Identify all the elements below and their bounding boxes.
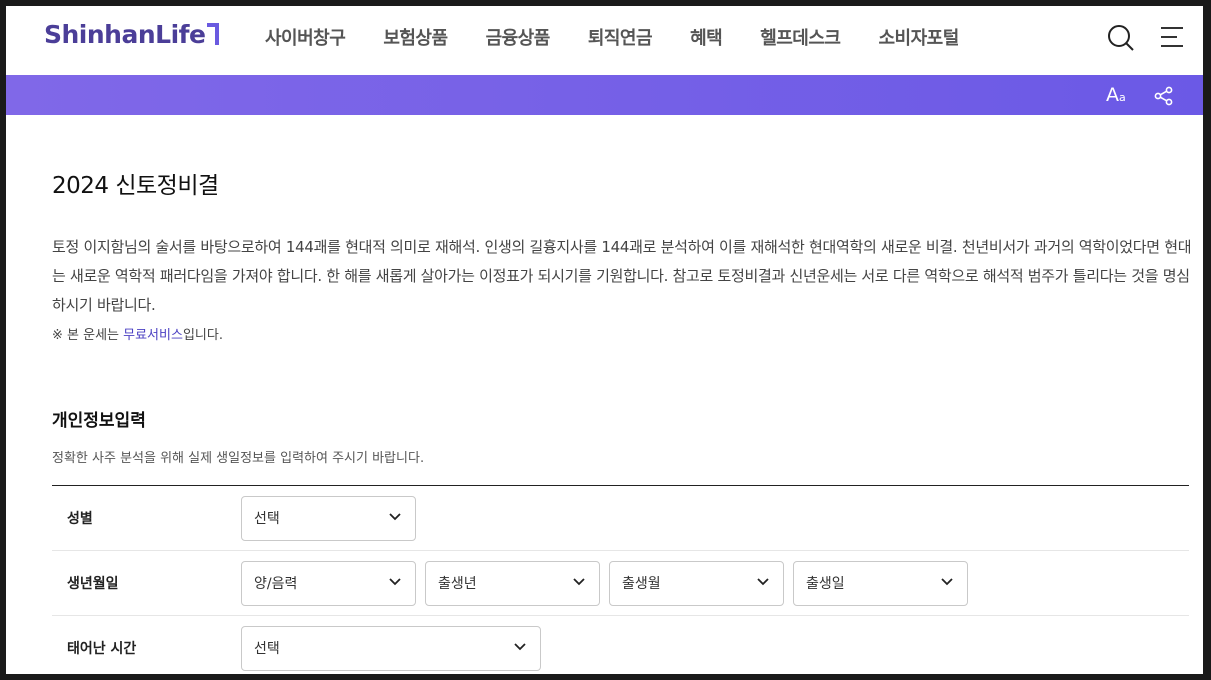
logo-corner-mark: [207, 23, 220, 45]
birth-time-value: 선택: [254, 641, 280, 657]
note-prefix: ※ 본 운세는: [52, 328, 124, 343]
gender-select-value: 선택: [254, 511, 280, 527]
service-note: ※ 본 운세는 무료서비스입니다.: [52, 324, 1192, 343]
page-title: 2024 신토정비결: [52, 173, 219, 199]
chevron-down-icon: [514, 642, 526, 650]
header-icons: [1093, 24, 1203, 54]
calendar-type-select[interactable]: 양/음력: [241, 560, 416, 606]
nav-financial-products[interactable]: 금융상품: [486, 24, 551, 50]
chevron-down-icon: [573, 577, 585, 585]
birth-time-select[interactable]: 선택: [241, 625, 541, 671]
main-content: 2024 신토정비결 토정 이지함님의 술서를 바탕으로하여 144괘를 현대적…: [52, 115, 1192, 674]
form-row-gender: 성별 선택: [52, 486, 1189, 551]
chevron-down-icon: [389, 577, 401, 585]
birth-time-label: 태어난 시간: [67, 641, 137, 657]
font-size-small-glyph: a: [1119, 91, 1126, 104]
chevron-down-icon: [757, 577, 769, 585]
logo-text: ShinhanLife: [44, 20, 206, 49]
personal-info-form: 성별 선택 생년월일 양/음력 출생년 출생월 출생일 태어난 시간 선택: [52, 485, 1189, 674]
nav-benefits[interactable]: 혜택: [690, 24, 723, 50]
personal-info-title: 개인정보입력: [52, 411, 146, 431]
birth-month-select[interactable]: 출생월: [609, 560, 784, 606]
main-nav: 사이버창구 보험상품 금융상품 퇴직연금 혜택 헬프데스크 소비자포털: [265, 24, 997, 50]
note-suffix: 입니다.: [182, 328, 223, 343]
nav-help-desk[interactable]: 헬프데스크: [760, 24, 841, 50]
shinhanlife-logo[interactable]: ShinhanLife: [44, 20, 220, 49]
chevron-down-icon: [941, 577, 953, 585]
utility-bar: Aa: [6, 75, 1203, 115]
search-icon[interactable]: [1107, 24, 1135, 52]
nav-cyber-window[interactable]: 사이버창구: [265, 24, 346, 50]
birth-month-value: 출생월: [622, 576, 661, 592]
browser-page: ShinhanLife 사이버창구 보험상품 금융상품 퇴직연금 혜택 헬프데스…: [6, 6, 1203, 674]
birth-year-value: 출생년: [438, 576, 477, 592]
personal-info-subtitle: 정확한 사주 분석을 위해 실제 생일정보를 입력하여 주시기 바랍니다.: [52, 451, 425, 466]
birthdate-label: 생년월일: [67, 576, 119, 592]
font-size-button[interactable]: Aa: [1106, 84, 1126, 106]
nav-consumer-portal[interactable]: 소비자포털: [879, 24, 960, 50]
form-row-birth-time: 태어난 시간 선택: [52, 616, 1189, 674]
page-description: 토정 이지함님의 술서를 바탕으로하여 144괘를 현대적 의미로 재해석. 인…: [52, 238, 1192, 314]
nav-retirement-pension[interactable]: 퇴직연금: [588, 24, 653, 50]
form-row-birthdate: 생년월일 양/음력 출생년 출생월 출생일: [52, 551, 1189, 616]
free-service-highlight: 무료서비스: [123, 328, 183, 343]
share-icon[interactable]: [1154, 86, 1174, 106]
chevron-down-icon: [389, 512, 401, 520]
nav-insurance-products[interactable]: 보험상품: [383, 24, 448, 50]
birth-day-select[interactable]: 출생일: [793, 560, 968, 606]
global-header: ShinhanLife 사이버창구 보험상품 금융상품 퇴직연금 혜택 헬프데스…: [6, 6, 1203, 75]
birth-year-select[interactable]: 출생년: [425, 560, 600, 606]
calendar-type-value: 양/음력: [254, 576, 298, 592]
gender-label: 성별: [67, 511, 93, 527]
birth-day-value: 출생일: [806, 576, 845, 592]
font-size-large-glyph: A: [1106, 84, 1119, 106]
gender-select[interactable]: 선택: [241, 495, 416, 541]
hamburger-menu-icon[interactable]: [1161, 27, 1185, 49]
